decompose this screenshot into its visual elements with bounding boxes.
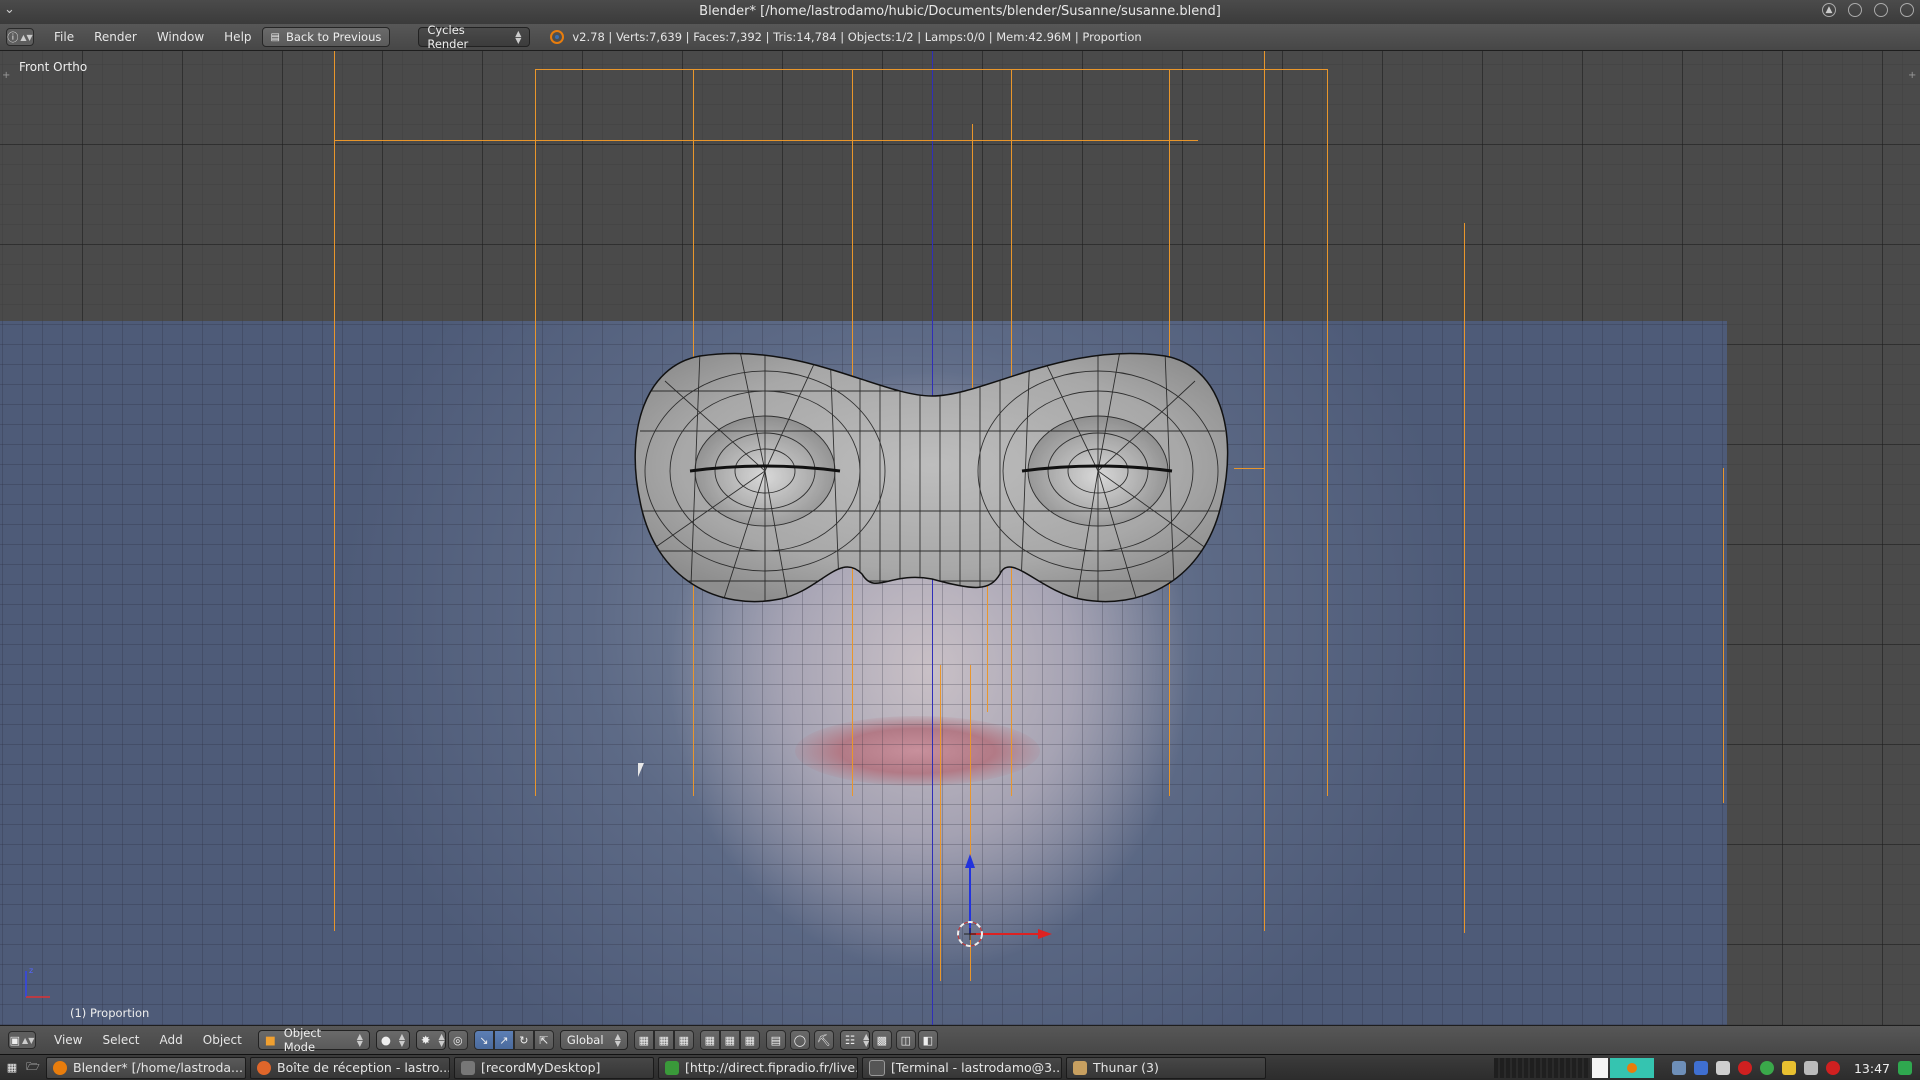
update-icon[interactable] — [1759, 1061, 1774, 1075]
maximize-window-button[interactable] — [1874, 3, 1888, 17]
clock[interactable]: 13:47 — [1854, 1061, 1890, 1076]
layer-button-icon[interactable]: ▦ — [633, 1030, 654, 1050]
snap-element-select[interactable]: ☷ ▲ ▼ — [839, 1030, 870, 1050]
taskbar-item-thunar[interactable]: Thunar (3) — [1066, 1056, 1266, 1079]
taskbar-item-blender[interactable]: Blender* [/home/lastroda... — [46, 1056, 246, 1079]
minimize-window-button[interactable] — [1848, 3, 1862, 17]
blender-icon — [53, 1060, 67, 1075]
terminal-icon — [869, 1059, 885, 1076]
shade-window-icon[interactable]: ▲ — [1822, 3, 1836, 17]
snap-increment-icon: ☷ — [844, 1033, 856, 1047]
3d-viewport[interactable]: z Front Ortho (1) Proportion + + — [0, 51, 1920, 1025]
window-icon — [461, 1060, 475, 1075]
firefox-icon — [257, 1060, 271, 1075]
menu-select[interactable]: Select — [92, 1033, 149, 1047]
clipboard-icon[interactable] — [1715, 1061, 1730, 1075]
menu-window[interactable]: Window — [147, 30, 214, 44]
scene-statistics: v2.78 | Verts:7,639 | Faces:7,392 | Tris… — [572, 30, 1142, 44]
window-title: Blender* [/home/lastrodamo/hubic/Documen… — [699, 4, 1221, 19]
view-axis-indicator: z — [25, 966, 50, 998]
svg-text:z: z — [29, 966, 33, 975]
menu-view[interactable]: View — [44, 1033, 92, 1047]
area-split-handle-icon[interactable]: + — [2, 71, 12, 81]
power-icon[interactable] — [1825, 1061, 1840, 1075]
translate-manipulator-icon[interactable]: ↗ — [493, 1030, 514, 1050]
mouse-pointer-icon — [638, 763, 644, 777]
updown-arrows-icon: ▲ ▼ — [515, 29, 522, 45]
menu-render[interactable]: Render — [84, 30, 147, 44]
manipulate-center-points-icon[interactable]: ◎ — [447, 1030, 468, 1050]
blender-icon — [1626, 1063, 1637, 1073]
view-name-label: Front Ortho — [19, 60, 88, 74]
layer-button-icon[interactable]: ▦ — [653, 1030, 674, 1050]
mail-notification-icon[interactable] — [1781, 1061, 1796, 1075]
layer-button-icon[interactable]: ▦ — [699, 1030, 720, 1050]
3d-view-header: ▣ ▲▼ View Select Add Object ■ Object Mode… — [0, 1025, 1920, 1054]
transform-orientation-select[interactable]: Global ▲ ▼ — [559, 1030, 628, 1050]
interaction-mode-select[interactable]: ■ Object Mode ▲ ▼ — [257, 1026, 370, 1054]
bluetooth-icon[interactable] — [1693, 1061, 1708, 1075]
menu-object[interactable]: Object — [193, 1033, 252, 1047]
network-icon[interactable] — [1671, 1061, 1686, 1075]
system-tray: 13:47 — [1493, 1056, 1920, 1080]
solid-shading-icon: ● — [380, 1033, 391, 1047]
object-mode-icon: ■ — [264, 1033, 276, 1047]
manipulator-toggle-icon[interactable]: ↘ — [473, 1030, 494, 1050]
layer-button-icon[interactable]: ▦ — [719, 1030, 740, 1050]
proportional-editing-icon[interactable]: ◯ — [789, 1030, 810, 1050]
taskbar-item-mail[interactable]: Boîte de réception - lastro... — [250, 1056, 450, 1079]
menu-add[interactable]: Add — [150, 1033, 193, 1047]
app-menu-icon[interactable]: ▦ — [4, 1058, 20, 1078]
snap-toggle-icon[interactable]: ⛏ — [813, 1030, 834, 1050]
opengl-render-animation-icon[interactable]: ◧ — [917, 1030, 938, 1050]
layer-button-icon[interactable]: ▦ — [739, 1030, 760, 1050]
rotate-manipulator-icon[interactable]: ↻ — [513, 1030, 534, 1050]
pivot-point-icon: ✸ — [420, 1033, 431, 1047]
taskbar-item-radio[interactable]: [http://direct.fipradio.fr/live... — [658, 1056, 858, 1079]
transform-gizmo[interactable] — [940, 846, 1060, 966]
layer-button-icon[interactable]: ▦ — [673, 1030, 694, 1050]
scale-manipulator-icon[interactable]: ⇱ — [533, 1030, 554, 1050]
record-icon[interactable] — [1737, 1061, 1752, 1075]
taskbar-item-recordmydesktop[interactable]: [recordMyDesktop] — [454, 1056, 654, 1079]
blender-logo-icon — [550, 30, 565, 44]
active-object-label: (1) Proportion — [70, 1006, 150, 1020]
area-split-handle-icon[interactable]: + — [1908, 71, 1918, 81]
window-titlebar: ⌄ Blender* [/home/lastrodamo/hubic/Docum… — [0, 0, 1920, 25]
audio-player-icon — [665, 1060, 679, 1075]
lock-camera-layers-icon[interactable]: ▤ — [765, 1030, 786, 1050]
3d-view-icon: ▣ — [9, 1033, 21, 1047]
menu-file[interactable]: File — [44, 30, 84, 44]
editor-type-selector[interactable]: ⓘ ▲▼ — [6, 28, 34, 46]
menu-help[interactable]: Help — [214, 30, 261, 44]
info-header: ⓘ ▲▼ File Render Window Help ▤ Back to Pr… — [0, 23, 1920, 51]
viewport-shading-select[interactable]: ● ▲ ▼ — [375, 1030, 410, 1050]
folder-icon — [1073, 1060, 1087, 1075]
show-desktop-icon[interactable]: 🗁 — [24, 1058, 42, 1078]
opengl-render-image-icon[interactable]: ◫ — [895, 1030, 916, 1050]
back-to-previous-button[interactable]: ▤ Back to Previous — [261, 27, 391, 47]
editor-type-selector-3d[interactable]: ▣ ▲▼ — [8, 1031, 36, 1049]
workspace-switcher[interactable] — [1493, 1058, 1654, 1078]
user-icon[interactable] — [1898, 1061, 1912, 1075]
volume-icon[interactable] — [1803, 1061, 1818, 1075]
back-icon: ▤ — [270, 31, 280, 43]
os-taskbar: ▦ 🗁 Blender* [/home/lastroda... Boîte de… — [0, 1054, 1920, 1080]
info-icon: ⓘ — [7, 31, 19, 44]
taskbar-item-terminal[interactable]: [Terminal - lastrodamo@3... — [862, 1056, 1062, 1079]
render-engine-select[interactable]: Cycles Render ▲ ▼ — [418, 23, 531, 51]
snap-target-icon[interactable]: ▩ — [871, 1030, 892, 1050]
pivot-point-select[interactable]: ✸ ▲ ▼ — [415, 1030, 446, 1050]
close-window-button[interactable] — [1900, 3, 1914, 17]
